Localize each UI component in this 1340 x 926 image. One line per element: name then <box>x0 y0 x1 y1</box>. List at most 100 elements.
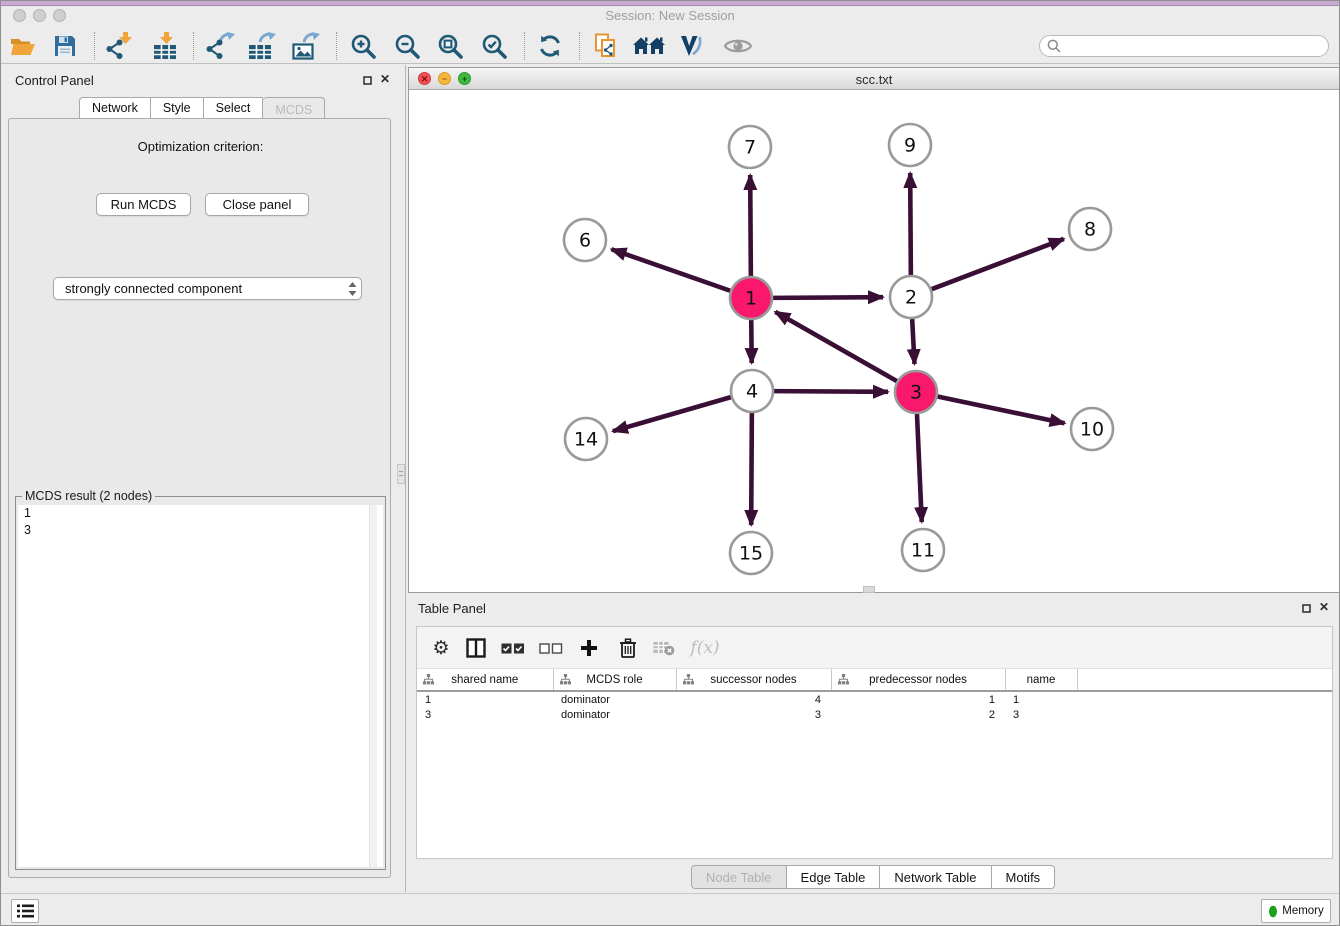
table-cell[interactable]: 1 <box>417 691 553 707</box>
float-table-panel-icon[interactable] <box>1298 600 1314 616</box>
search-field[interactable] <box>1039 35 1329 57</box>
float-panel-icon[interactable] <box>359 72 375 88</box>
table-cell[interactable]: 4 <box>676 691 831 707</box>
table-cell[interactable]: 3 <box>676 707 831 723</box>
column-header-label: predecessor nodes <box>832 674 1005 686</box>
run-mcds-button[interactable]: Run MCDS <box>96 193 191 216</box>
show-hide-button[interactable] <box>721 31 755 61</box>
network-window-titlebar[interactable]: ✕ − + scc.txt <box>409 68 1339 90</box>
table-cell[interactable]: dominator <box>553 691 676 707</box>
toggle-graphics-details-button[interactable] <box>676 31 710 61</box>
graph-edge-4-14[interactable] <box>613 397 731 431</box>
deselect-all-button[interactable] <box>537 632 565 664</box>
delete-table-button-disabled <box>650 632 678 664</box>
tree-sort-icon <box>683 674 694 685</box>
graph-node-label-15: 15 <box>739 543 763 565</box>
graph-node-label-10: 10 <box>1080 419 1104 441</box>
column-header-label: shared name <box>417 674 553 686</box>
trash-icon <box>619 638 637 658</box>
graph-edge-2-8[interactable] <box>932 239 1064 289</box>
zoom-selected-icon <box>480 32 508 60</box>
graph-edge-3-10[interactable] <box>938 397 1065 424</box>
tab-style[interactable]: Style <box>151 97 204 119</box>
zoom-in-button[interactable] <box>346 31 380 61</box>
table-cell[interactable]: dominator <box>553 707 676 723</box>
tab-motifs[interactable]: Motifs <box>992 865 1056 889</box>
graph-edge-2-9[interactable] <box>910 173 911 275</box>
column-header-successor-nodes[interactable]: successor nodes <box>676 669 831 691</box>
graph-edge-3-11[interactable] <box>917 414 922 522</box>
tab-network-table[interactable]: Network Table <box>880 865 991 889</box>
tab-select[interactable]: Select <box>204 97 264 119</box>
select-all-button[interactable] <box>499 632 527 664</box>
column-header-label: name <box>1006 674 1077 686</box>
show-panels-button[interactable] <box>11 899 39 923</box>
column-header-predecessor-nodes[interactable]: predecessor nodes <box>831 669 1005 691</box>
zoom-out-button[interactable] <box>390 31 424 61</box>
zoom-fit-button[interactable] <box>433 31 467 61</box>
memory-status-icon <box>1268 905 1278 918</box>
column-header-name[interactable]: name <box>1005 669 1077 691</box>
graph-edge-1-6[interactable] <box>611 249 730 291</box>
table-cell[interactable]: 3 <box>1005 707 1077 723</box>
panel-splitter-grip[interactable] <box>397 464 405 484</box>
search-input[interactable] <box>1065 39 1328 54</box>
graph-node-label-7: 7 <box>744 137 756 159</box>
column-header-label: MCDS role <box>554 674 676 686</box>
details-v-icon <box>680 34 706 58</box>
result-scrollbar[interactable] <box>369 505 377 867</box>
table-cell[interactable]: 2 <box>831 707 1005 723</box>
network-canvas[interactable]: 7968124314101511 <box>409 90 1339 592</box>
export-network-button[interactable] <box>203 31 237 61</box>
graph-edge-4-15[interactable] <box>751 413 752 525</box>
graph-node-label-4: 4 <box>746 381 758 403</box>
graph-node-label-14: 14 <box>574 429 598 451</box>
graph-edge-1-2[interactable] <box>773 297 883 298</box>
tab-network[interactable]: Network <box>79 97 151 119</box>
import-table-button[interactable] <box>149 31 183 61</box>
column-header-shared-name[interactable]: shared name <box>417 669 553 691</box>
close-panel-icon[interactable]: ✕ <box>377 71 393 87</box>
graph-node-label-9: 9 <box>904 135 916 157</box>
open-session-button[interactable] <box>6 31 40 61</box>
criterion-dropdown[interactable]: strongly connected component <box>53 277 362 300</box>
column-header-MCDS-role[interactable]: MCDS role <box>553 669 676 691</box>
show-columns-button[interactable] <box>462 632 490 664</box>
graph-node-label-3: 3 <box>910 382 922 404</box>
clone-network-button[interactable] <box>589 31 623 61</box>
save-icon <box>54 35 76 57</box>
table-settings-button[interactable]: ⚙ <box>427 632 455 664</box>
graph-edge-4-3[interactable] <box>774 391 888 392</box>
import-network-button[interactable] <box>103 31 137 61</box>
export-image-button[interactable] <box>289 31 323 61</box>
graph-edge-2-3[interactable] <box>912 319 914 364</box>
toolbar-separator <box>193 32 194 60</box>
column-header-label: successor nodes <box>677 674 831 686</box>
tab-node-table[interactable]: Node Table <box>691 865 787 889</box>
apply-layout-button[interactable] <box>533 31 567 61</box>
table-cell[interactable]: 1 <box>1005 691 1077 707</box>
close-table-panel-icon[interactable]: ✕ <box>1316 599 1332 615</box>
add-column-button[interactable] <box>575 632 603 664</box>
tab-edge-table[interactable]: Edge Table <box>787 865 881 889</box>
save-session-button[interactable] <box>48 31 82 61</box>
memory-button[interactable]: Memory <box>1261 899 1331 923</box>
export-table-button[interactable] <box>245 31 279 61</box>
zoom-fit-icon <box>436 32 464 60</box>
table-cell[interactable]: 1 <box>831 691 1005 707</box>
table-row[interactable]: 1dominator411 <box>417 691 1332 707</box>
mcds-result-list[interactable]: 1 3 <box>18 505 383 867</box>
tree-sort-icon <box>560 674 571 685</box>
zoom-selected-button[interactable] <box>477 31 511 61</box>
search-icon <box>1047 39 1061 53</box>
graph-edge-1-7[interactable] <box>750 175 751 276</box>
table-row[interactable]: 3dominator323 <box>417 707 1332 723</box>
clone-network-icon <box>593 33 619 59</box>
table-cell[interactable]: 3 <box>417 707 553 723</box>
close-panel-button[interactable]: Close panel <box>205 193 309 216</box>
graph-edge-3-1[interactable] <box>775 312 897 381</box>
criterion-dropdown-value: strongly connected component <box>65 281 348 296</box>
horizontal-splitter-grip[interactable] <box>863 586 875 593</box>
delete-column-button[interactable] <box>614 632 642 664</box>
home-button[interactable] <box>632 31 666 61</box>
